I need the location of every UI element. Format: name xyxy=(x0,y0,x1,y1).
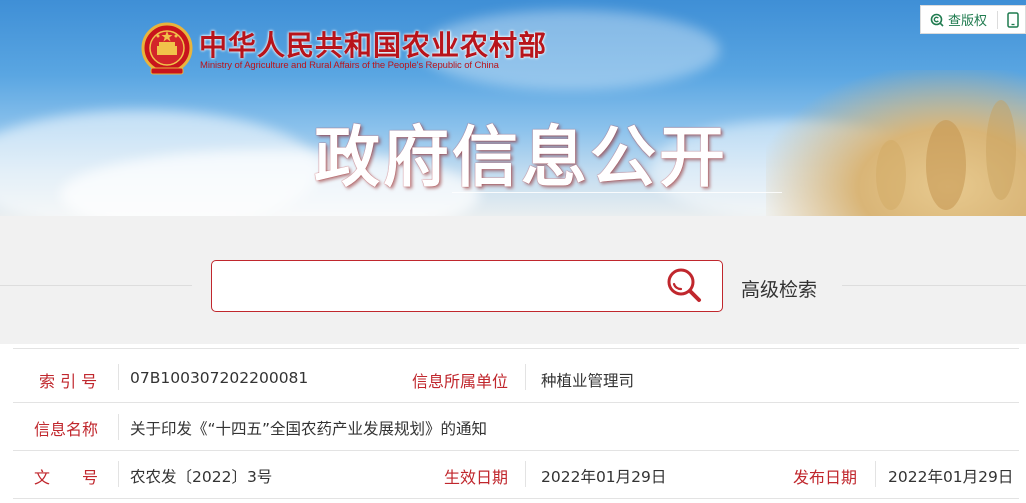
row-divider xyxy=(13,402,1019,403)
col-divider xyxy=(525,461,526,487)
row-divider xyxy=(13,450,1019,451)
effective-date-value: 2022年01月29日 xyxy=(541,468,667,486)
info-table: 索 引 号 07B100307202200081 信息所属单位 种植业管理司 信… xyxy=(0,344,1026,503)
search-input[interactable] xyxy=(224,269,654,303)
col-divider xyxy=(875,461,876,487)
check-rights-label: 查版权 xyxy=(948,14,988,29)
title-underline xyxy=(452,192,782,193)
index-number-value: 07B100307202200081 xyxy=(130,369,309,387)
document-number-label: 文 号 xyxy=(34,468,99,487)
decor-line-right xyxy=(842,285,1026,286)
index-number-label: 索 引 号 xyxy=(39,372,98,391)
mobile-phone-icon xyxy=(1007,11,1019,28)
document-number-value: 农农发〔2022〕3号 xyxy=(130,468,273,486)
search-icon[interactable] xyxy=(665,266,703,304)
page-title: 政府信息公开 xyxy=(314,119,728,196)
owning-unit-label: 信息所属单位 xyxy=(412,372,509,391)
decor-line-left xyxy=(0,285,192,286)
publish-date-label: 发布日期 xyxy=(793,468,858,487)
row-divider xyxy=(13,498,1019,499)
col-divider xyxy=(525,364,526,390)
check-rights-button[interactable]: 查版权 xyxy=(921,6,987,33)
ministry-name-en: Ministry of Agriculture and Rural Affair… xyxy=(200,60,499,71)
top-toolbar: 查版权 xyxy=(920,5,1026,34)
advanced-search-link[interactable]: 高级检索 xyxy=(741,275,817,302)
national-emblem-icon xyxy=(141,22,193,75)
ministry-name-cn: 中华人民共和国农业农村部 xyxy=(199,29,548,62)
effective-date-label: 生效日期 xyxy=(444,468,509,487)
header-banner: 中华人民共和国农业农村部 Ministry of Agriculture and… xyxy=(0,0,1026,216)
publish-date-value: 2022年01月29日 xyxy=(888,468,1014,486)
search-box xyxy=(211,260,723,312)
col-divider xyxy=(118,461,119,487)
mobile-version-button[interactable] xyxy=(998,6,1019,33)
info-name-label: 信息名称 xyxy=(34,420,99,439)
info-name-value: 关于印发《“十四五”全国农药产业发展规划》的通知 xyxy=(130,420,488,438)
search-area: 高级检索 xyxy=(0,216,1026,344)
owning-unit-value: 种植业管理司 xyxy=(541,372,635,390)
col-divider xyxy=(118,414,119,440)
copyright-search-icon xyxy=(930,13,944,27)
col-divider xyxy=(118,364,119,390)
row-divider xyxy=(13,348,1019,349)
